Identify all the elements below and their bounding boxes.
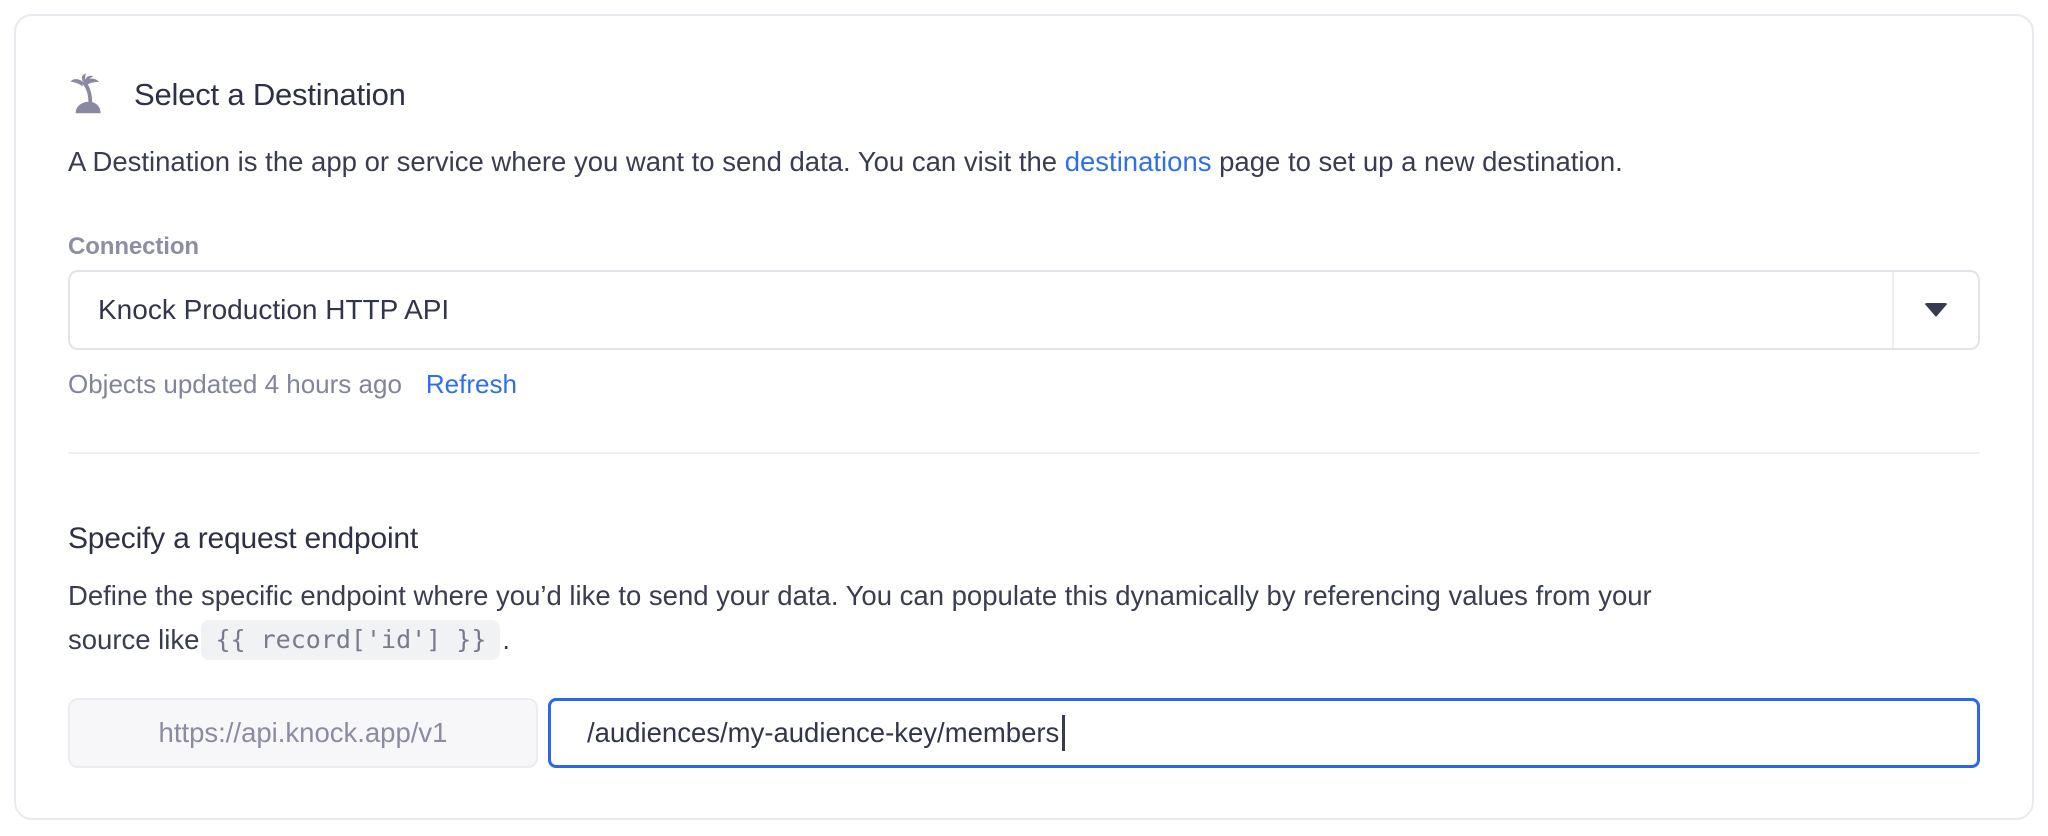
- endpoint-description-line1: Define the specific endpoint where you’d…: [68, 580, 1652, 611]
- connection-select[interactable]: Knock Production HTTP API: [68, 270, 1980, 350]
- objects-updated-status: Objects updated 4 hours ago: [68, 369, 402, 399]
- destination-description: A Destination is the app or service wher…: [68, 140, 1980, 184]
- palm-tree-icon: [70, 73, 101, 114]
- template-code-sample: {{ record['id'] }}: [201, 620, 501, 660]
- section-divider: [68, 452, 1980, 454]
- endpoint-description-line2: source like {{ record['id'] }} .: [68, 618, 1980, 662]
- connection-label: Connection: [68, 233, 199, 260]
- card-header: Select a Destination: [68, 72, 1980, 118]
- endpoint-path-input[interactable]: /audiences/my-audience-key/members: [548, 698, 1980, 768]
- connection-select-value: Knock Production HTTP API: [98, 294, 450, 325]
- endpoint-section-title: Specify a request endpoint: [68, 522, 419, 555]
- endpoint-desc-prefix: source like: [68, 624, 200, 655]
- chevron-down-icon: [1924, 303, 1948, 317]
- endpoint-path-value: /audiences/my-audience-key/members: [587, 717, 1060, 748]
- connection-meta: Objects updated 4 hours ago Refresh: [68, 368, 1980, 400]
- connection-select-arrow-button[interactable]: [1892, 272, 1978, 348]
- endpoint-desc-suffix: .: [502, 624, 511, 655]
- intro-text-after: page to set up a new destination.: [1211, 146, 1623, 177]
- endpoint-input-row: https://api.knock.app/v1 /audiences/my-a…: [68, 698, 1980, 768]
- destination-card: Select a Destination A Destination is th…: [14, 14, 2034, 820]
- page-title: Select a Destination: [134, 77, 406, 112]
- refresh-link[interactable]: Refresh: [426, 368, 517, 400]
- intro-text-before: A Destination is the app or service wher…: [68, 146, 1065, 177]
- endpoint-description: Define the specific endpoint where you’d…: [68, 574, 1980, 662]
- destinations-link[interactable]: destinations: [1065, 146, 1212, 177]
- text-cursor: [1062, 715, 1066, 751]
- base-url-prefix: https://api.knock.app/v1: [68, 698, 538, 768]
